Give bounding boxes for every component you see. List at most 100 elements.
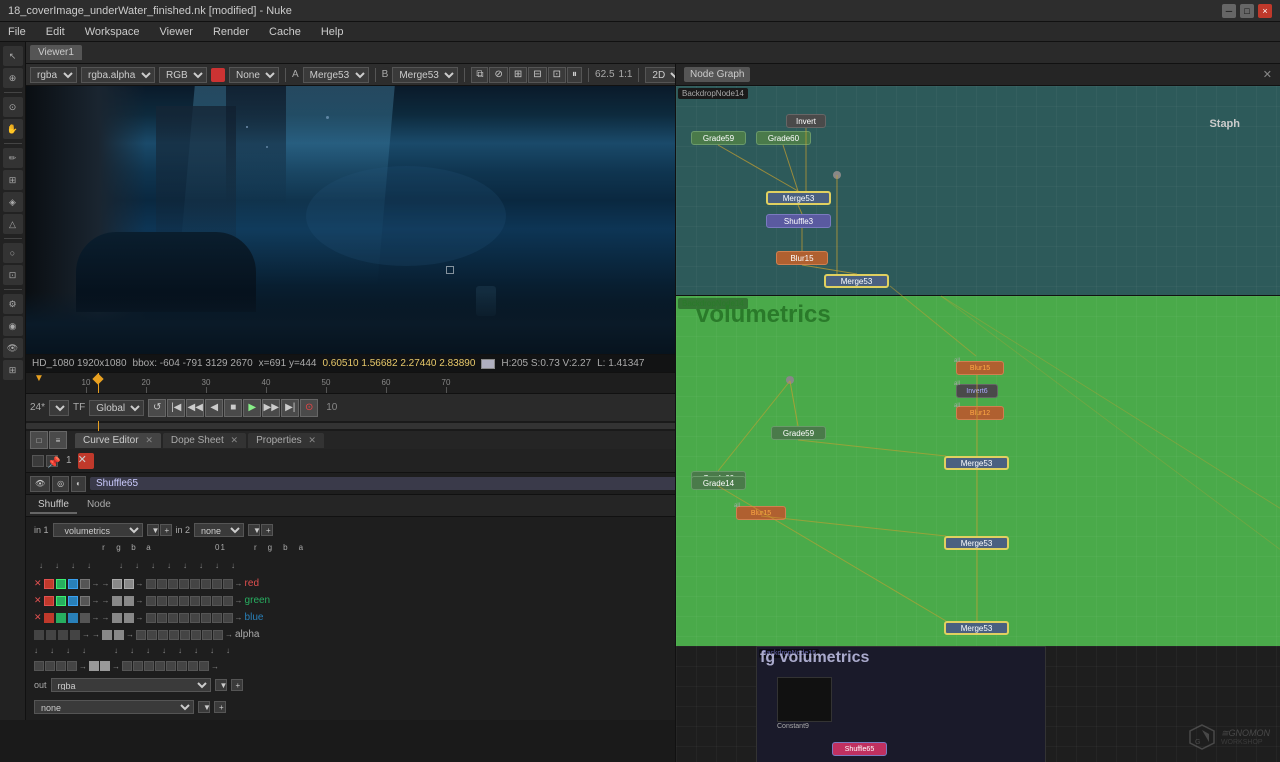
red-m8[interactable] bbox=[223, 579, 233, 589]
shuffle-tab[interactable]: Shuffle bbox=[30, 497, 77, 514]
alpha-m1[interactable] bbox=[136, 630, 146, 640]
pause-button[interactable]: ⏸ bbox=[567, 67, 582, 83]
maximize-button[interactable]: □ bbox=[1240, 4, 1254, 18]
alpha-select[interactable]: rgba.alpha bbox=[81, 67, 155, 83]
alpha-b-btn[interactable] bbox=[58, 630, 68, 640]
transform-tool-icon[interactable]: ⊕ bbox=[3, 68, 23, 88]
loop-button[interactable]: ↺ bbox=[148, 399, 166, 417]
select-tool-icon[interactable]: ↖ bbox=[3, 46, 23, 66]
m2-4[interactable] bbox=[67, 661, 77, 671]
in1-add[interactable]: + bbox=[160, 524, 172, 536]
paint-tool-icon[interactable]: ✏ bbox=[3, 148, 23, 168]
blue-alpha-btn[interactable] bbox=[80, 613, 90, 623]
color-tool-icon[interactable]: ◉ bbox=[3, 316, 23, 336]
merge-v3[interactable]: Merge53 bbox=[944, 621, 1009, 635]
dope-sheet-close[interactable]: ✕ bbox=[231, 435, 239, 445]
green-m3[interactable] bbox=[168, 596, 178, 606]
alpha-g-btn[interactable] bbox=[46, 630, 56, 640]
in2-channel-select[interactable]: none bbox=[194, 523, 244, 537]
out-options-btn[interactable]: ▼ bbox=[215, 679, 227, 691]
shape-tool-icon[interactable]: △ bbox=[3, 214, 23, 234]
red-m4[interactable] bbox=[179, 579, 189, 589]
red-blue-btn[interactable] bbox=[68, 579, 78, 589]
alpha-sq-1[interactable] bbox=[102, 630, 112, 640]
node-eye-button[interactable]: 👁 bbox=[30, 476, 50, 492]
blue-m4[interactable] bbox=[179, 613, 189, 623]
blur-top[interactable]: Blur15 bbox=[776, 251, 828, 265]
to-end-button[interactable]: ▶| bbox=[281, 399, 299, 417]
alpha-m8[interactable] bbox=[213, 630, 223, 640]
shuffle-fg[interactable]: Shuffle65 bbox=[832, 742, 887, 756]
fps-select[interactable]: 24 bbox=[49, 400, 69, 416]
node-graph-tab[interactable]: Node Graph bbox=[684, 67, 750, 82]
m2-r1[interactable] bbox=[122, 661, 132, 671]
panel-lock-button[interactable]: □ bbox=[30, 431, 48, 449]
curve-editor-tab[interactable]: Curve Editor ✕ bbox=[75, 433, 161, 448]
red-m7[interactable] bbox=[212, 579, 222, 589]
in1-channel-select[interactable]: _volumetrics bbox=[53, 523, 143, 537]
green-m6[interactable] bbox=[201, 596, 211, 606]
blue-m7[interactable] bbox=[212, 613, 222, 623]
green-blue-btn[interactable] bbox=[68, 596, 78, 606]
blur15-bot[interactable]: Blur15 bbox=[736, 506, 786, 520]
color-indicator[interactable] bbox=[211, 68, 225, 82]
merge-a-select[interactable]: Merge53 bbox=[303, 67, 369, 83]
blue-m3[interactable] bbox=[168, 613, 178, 623]
blue-sq-2[interactable] bbox=[124, 613, 134, 623]
node-graph-canvas[interactable]: BackdropNode14 Grade59 Grade60 Invert Me… bbox=[676, 86, 1280, 762]
alpha-m2[interactable] bbox=[147, 630, 157, 640]
alpha-m3[interactable] bbox=[158, 630, 168, 640]
blue-red-btn[interactable] bbox=[44, 613, 54, 623]
grade61-node[interactable]: Grade14 bbox=[691, 476, 746, 490]
red-m5[interactable] bbox=[190, 579, 200, 589]
alpha-m4[interactable] bbox=[169, 630, 179, 640]
grade59-node[interactable]: Grade59 bbox=[771, 426, 826, 440]
red-green-btn[interactable] bbox=[56, 579, 66, 589]
green-red-btn[interactable] bbox=[44, 596, 54, 606]
alpha-m5[interactable] bbox=[180, 630, 190, 640]
colorspace-select[interactable]: RGB bbox=[159, 67, 207, 83]
dope-sheet-tab[interactable]: Dope Sheet ✕ bbox=[163, 433, 246, 448]
blue-blue-btn[interactable] bbox=[68, 613, 78, 623]
eye-tool-icon[interactable]: 👁 bbox=[3, 338, 23, 358]
viewer1-tab[interactable]: Viewer1 bbox=[30, 45, 82, 60]
add-node-icon[interactable] bbox=[32, 455, 44, 467]
m2-r8[interactable] bbox=[199, 661, 209, 671]
green-m4[interactable] bbox=[179, 596, 189, 606]
red-color-btn[interactable] bbox=[44, 579, 54, 589]
pin-icon[interactable]: 📌 bbox=[46, 455, 58, 467]
channel-select[interactable]: rgba bbox=[30, 67, 77, 83]
play-button[interactable]: ▶ bbox=[243, 399, 261, 417]
grid-tool-icon[interactable]: ⊞ bbox=[3, 360, 23, 380]
m2-3[interactable] bbox=[56, 661, 66, 671]
blue-m8[interactable] bbox=[223, 613, 233, 623]
properties-tab[interactable]: Properties ✕ bbox=[248, 433, 324, 448]
menu-help[interactable]: Help bbox=[317, 26, 348, 38]
out-add-btn[interactable]: + bbox=[231, 679, 243, 691]
blue-sq-1[interactable] bbox=[112, 613, 122, 623]
mask-tool-icon[interactable]: ◈ bbox=[3, 192, 23, 212]
blur15-v1[interactable]: Blur15 bbox=[956, 361, 1004, 375]
out-channel-select[interactable]: rgba bbox=[51, 678, 211, 692]
merge-top-2[interactable]: Merge53 bbox=[824, 274, 889, 288]
merge-top-1[interactable]: Merge53 bbox=[766, 191, 831, 205]
red-m3[interactable] bbox=[168, 579, 178, 589]
grade-top-2[interactable]: Grade60 bbox=[756, 131, 811, 145]
checker-button[interactable]: ⊞ bbox=[509, 67, 527, 83]
menu-cache[interactable]: Cache bbox=[265, 26, 305, 38]
none-options-btn[interactable]: ▼ bbox=[198, 701, 210, 713]
green-m5[interactable] bbox=[190, 596, 200, 606]
stop-button[interactable]: ■ bbox=[224, 399, 242, 417]
node-target-button[interactable]: ◎ bbox=[52, 476, 69, 492]
prev-button[interactable]: ◀ bbox=[205, 399, 223, 417]
anaglyph-button[interactable]: ⊡ bbox=[548, 67, 566, 83]
node-graph-close[interactable]: ✕ bbox=[1263, 68, 1272, 81]
alpha-r-btn[interactable] bbox=[34, 630, 44, 640]
green-sq-2[interactable] bbox=[124, 596, 134, 606]
menu-workspace[interactable]: Workspace bbox=[81, 26, 144, 38]
blue-green-btn[interactable] bbox=[56, 613, 66, 623]
menu-viewer[interactable]: Viewer bbox=[156, 26, 197, 38]
in2-toggle[interactable]: ▼ bbox=[248, 524, 260, 536]
shuffle-top[interactable]: Shuffle3 bbox=[766, 214, 831, 228]
curve-editor-close[interactable]: ✕ bbox=[145, 435, 153, 445]
